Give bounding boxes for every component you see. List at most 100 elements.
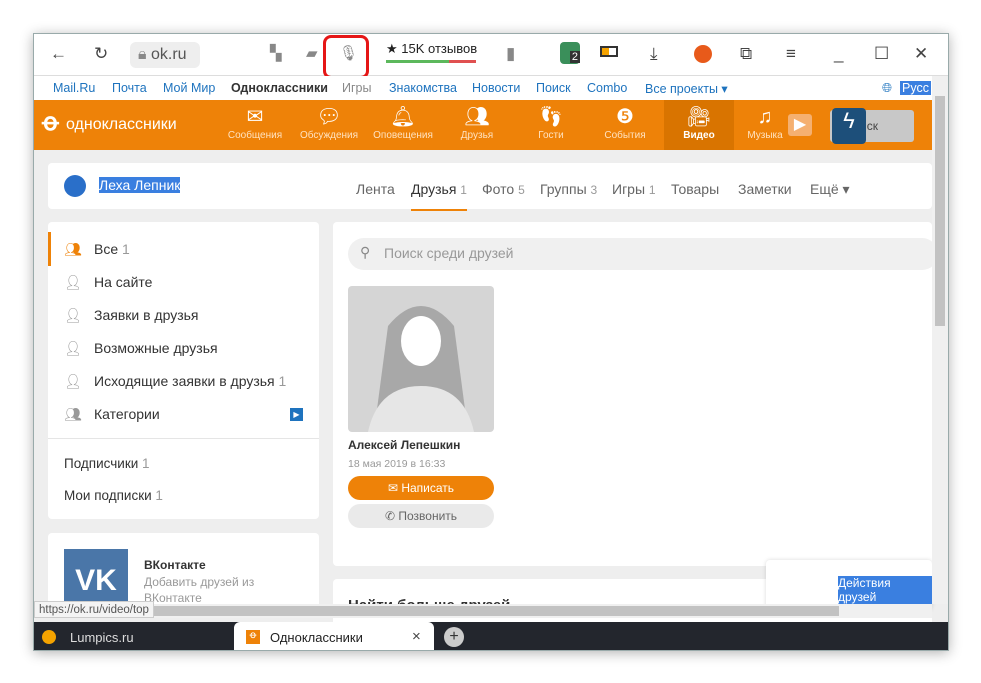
translate-icon[interactable]: ▚ bbox=[270, 44, 282, 62]
vk-title: ВКонтакте bbox=[144, 558, 206, 572]
scroll-thumb[interactable] bbox=[34, 606, 839, 616]
profile-name[interactable]: Леха Лепник bbox=[99, 177, 181, 193]
avatar[interactable] bbox=[64, 175, 86, 197]
tab-label: Друзья bbox=[411, 181, 457, 197]
mailbar-link[interactable]: Новости bbox=[472, 81, 520, 95]
menu-label: На сайте bbox=[94, 274, 153, 290]
tab-odnoklassniki[interactable]: ꝋ Одноклассники × bbox=[234, 622, 434, 650]
my-subscriptions-link[interactable]: Мои подписки 1 bbox=[64, 488, 163, 503]
menu-item-categories[interactable]: 👥︎ Категории bbox=[64, 406, 160, 423]
mailbar-link-active[interactable]: Одноклассники bbox=[231, 81, 328, 95]
nav-notifications[interactable]: 🔔︎ Оповещения bbox=[368, 104, 438, 141]
play-icon[interactable]: ▶ bbox=[788, 114, 812, 136]
close-tab-icon[interactable]: × bbox=[412, 628, 421, 645]
menu-label: Категории bbox=[94, 406, 160, 422]
tab-label: Одноклассники bbox=[270, 630, 363, 645]
tab-label: Фото bbox=[482, 181, 515, 197]
browser-toolbar: ← ↻ 🔒︎ ok.ru ▚ ▰ 🎙︎ ★ 15K отзывов ▮ 2 ⤓ … bbox=[34, 34, 948, 79]
tab-more[interactable]: Ещё ▾ bbox=[810, 181, 850, 198]
tab-games[interactable]: Игры 1 bbox=[612, 181, 656, 197]
menu-label: Исходящие заявки в друзья bbox=[94, 373, 275, 389]
tab-groups[interactable]: Группы 3 bbox=[540, 181, 597, 197]
nav-friends[interactable]: 👥︎ Друзья bbox=[442, 104, 512, 141]
mailbar-link[interactable]: Combo bbox=[587, 81, 627, 95]
extension-icon[interactable] bbox=[694, 45, 712, 63]
menu-item-outgoing[interactable]: 👤︎ Исходящие заявки в друзья 1 bbox=[64, 373, 286, 390]
search-placeholder: Поиск среди друзей bbox=[384, 245, 514, 261]
tab-photos[interactable]: Фото 5 bbox=[482, 181, 525, 197]
nav-guests[interactable]: 👣︎ Гости bbox=[516, 104, 586, 141]
mailru-bar: Mail.Ru Почта Мой Мир Одноклассники Игры… bbox=[34, 76, 932, 100]
nav-label: Оповещения bbox=[373, 130, 433, 141]
maximize-icon[interactable]: ☐ bbox=[874, 44, 889, 64]
tab-lumpics[interactable]: Lumpics.ru bbox=[70, 630, 134, 645]
collections-icon[interactable]: ⧉ bbox=[740, 44, 752, 64]
user-online-icon: 👤︎ bbox=[64, 274, 82, 290]
friends-icon: 👥︎ bbox=[464, 106, 490, 128]
battery-icon[interactable] bbox=[600, 46, 618, 57]
nav-messages[interactable]: ✉ Сообщения bbox=[220, 104, 290, 141]
friend-name[interactable]: Алексей Лепешкин bbox=[348, 438, 460, 452]
mailbar-link[interactable]: Игры bbox=[342, 81, 371, 95]
all-projects-dropdown[interactable]: Все проекты ▾ bbox=[645, 81, 728, 96]
bookmark-icon[interactable]: ▮ bbox=[506, 44, 515, 64]
active-indicator bbox=[48, 232, 51, 266]
tab-feed[interactable]: Лента bbox=[356, 181, 395, 197]
menu-item-online[interactable]: 👤︎ На сайте bbox=[64, 274, 152, 291]
menu-item-all[interactable]: 👥︎ Все 1 bbox=[64, 241, 130, 258]
friend-actions-label: Действия друзей bbox=[838, 576, 932, 604]
menu-label: Возможные друзья bbox=[94, 340, 218, 356]
menu-item-possible[interactable]: 👤︎ Возможные друзья bbox=[64, 340, 218, 357]
user-question-icon: 👤︎ bbox=[64, 340, 82, 356]
nav-events[interactable]: ❺ События bbox=[590, 104, 660, 141]
video-icon[interactable]: ▰ bbox=[306, 44, 318, 62]
status-url: https://ok.ru/video/top bbox=[34, 601, 154, 618]
friends-icon: 👥︎ bbox=[64, 241, 82, 257]
write-message-button[interactable]: ✉ Написать bbox=[348, 476, 494, 500]
download-icon[interactable]: ⤓ bbox=[650, 44, 658, 64]
reload-icon[interactable]: ↻ bbox=[94, 44, 108, 64]
ok-logo-text[interactable]: одноклассники bbox=[66, 116, 177, 134]
footprints-icon: 👣︎ bbox=[538, 106, 564, 128]
friend-photo[interactable] bbox=[348, 286, 494, 432]
vertical-scrollbar[interactable] bbox=[932, 76, 948, 604]
tab-count: 1 bbox=[460, 183, 467, 197]
adblock-badge: 2 bbox=[569, 51, 580, 63]
ok-favicon-icon: ꝋ bbox=[246, 630, 260, 644]
mailbar-link[interactable]: Знакомства bbox=[389, 81, 457, 95]
close-window-icon[interactable]: ✕ bbox=[914, 44, 928, 64]
highlight-box bbox=[323, 35, 369, 79]
menu-icon[interactable]: ≡ bbox=[786, 44, 796, 64]
tab-friends[interactable]: Друзья 1 bbox=[411, 181, 467, 211]
tab-label: Товары bbox=[671, 181, 720, 197]
mailbar-link[interactable]: Поиск bbox=[536, 81, 571, 95]
language-selector[interactable]: Русс bbox=[900, 81, 931, 95]
video-tip-icon[interactable]: ▶ bbox=[290, 408, 303, 421]
reviews-button[interactable]: ★ 15K отзывов bbox=[386, 41, 477, 57]
ok-logo-icon[interactable]: ꝋ bbox=[42, 108, 59, 137]
new-tab-button[interactable]: + bbox=[444, 627, 464, 647]
nav-discussions[interactable]: 💬︎ Обсуждения bbox=[294, 104, 364, 141]
adblock-icon[interactable]: 2 bbox=[560, 42, 580, 64]
friends-search-input[interactable]: ⚲ Поиск среди друзей bbox=[348, 238, 938, 270]
menu-item-requests[interactable]: 👤︎ Заявки в друзья bbox=[64, 307, 199, 324]
tab-bar: Lumpics.ru ꝋ Одноклассники × + bbox=[34, 622, 948, 650]
bell-icon: 🔔︎ bbox=[390, 106, 416, 128]
envelope-icon: ✉ bbox=[387, 481, 398, 495]
mailbar-link[interactable]: Mail.Ru bbox=[53, 81, 95, 95]
user-outgoing-icon: 👤︎ bbox=[64, 373, 82, 389]
tab-notes[interactable]: Заметки bbox=[738, 181, 792, 197]
back-icon[interactable]: ← bbox=[50, 44, 67, 64]
friend-actions-panel[interactable]: Действия друзей bbox=[766, 560, 932, 610]
scroll-thumb[interactable] bbox=[935, 96, 945, 326]
minimize-icon[interactable]: _ bbox=[834, 44, 843, 64]
mailbar-link[interactable]: Мой Мир bbox=[163, 81, 215, 95]
browser-window: ← ↻ 🔒︎ ok.ru ▚ ▰ 🎙︎ ★ 15K отзывов ▮ 2 ⤓ … bbox=[33, 33, 949, 651]
horizontal-scrollbar[interactable] bbox=[34, 604, 932, 618]
nav-video[interactable]: 🎥︎ Видео bbox=[664, 100, 734, 150]
call-button[interactable]: ✆ Позвонить bbox=[348, 504, 494, 528]
tab-goods[interactable]: Товары bbox=[671, 181, 719, 197]
mailbar-link[interactable]: Почта bbox=[112, 81, 147, 95]
address-bar[interactable]: 🔒︎ ok.ru bbox=[130, 42, 200, 68]
subscribers-link[interactable]: Подписчики 1 bbox=[64, 456, 150, 471]
